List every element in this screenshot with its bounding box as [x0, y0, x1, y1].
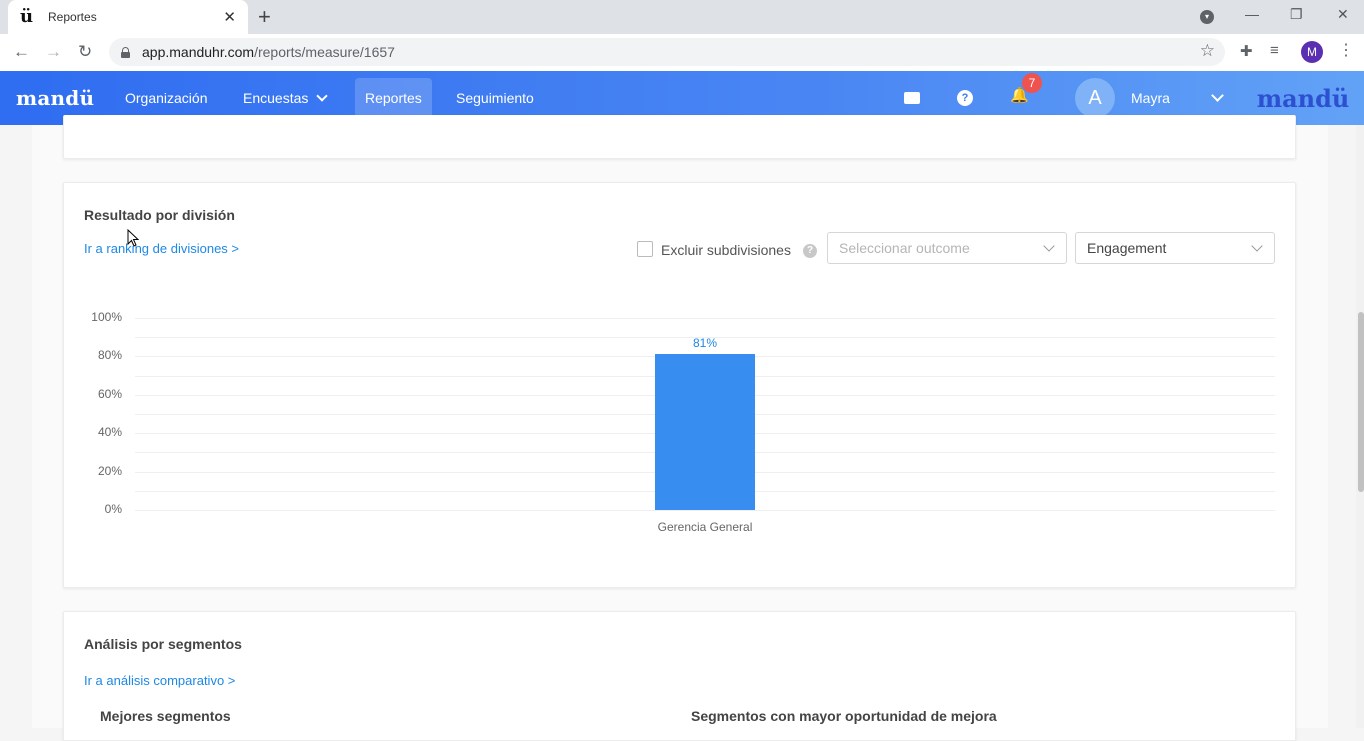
- close-tab-icon[interactable]: ✕: [223, 8, 236, 26]
- outcome-select[interactable]: Seleccionar outcome: [827, 232, 1067, 264]
- lock-icon[interactable]: [121, 46, 130, 58]
- metric-value: Engagement: [1087, 240, 1167, 256]
- briefcase-icon[interactable]: [904, 92, 920, 104]
- outcome-placeholder: Seleccionar outcome: [839, 240, 970, 256]
- segments-card: [63, 611, 1296, 741]
- y-tick-label: 40%: [97, 425, 122, 440]
- browser-tab[interactable]: ü Reportes ✕: [8, 0, 248, 34]
- minimize-icon[interactable]: —: [1245, 6, 1259, 22]
- chrome-menu-icon[interactable]: ⋮: [1338, 40, 1354, 60]
- bell-icon[interactable]: 🔔: [1010, 88, 1029, 104]
- previous-card: [63, 115, 1296, 159]
- y-tick-label: 100%: [91, 310, 122, 324]
- help-icon[interactable]: ?: [957, 90, 973, 106]
- question-icon[interactable]: ?: [803, 244, 817, 258]
- nav-seguimiento[interactable]: Seguimiento: [446, 78, 544, 118]
- user-name[interactable]: Mayra: [1131, 90, 1170, 106]
- gridline: [135, 318, 1275, 319]
- user-avatar[interactable]: A: [1075, 78, 1115, 118]
- division-card-title: Resultado por división: [84, 207, 235, 223]
- notification-badge: 7: [1022, 73, 1042, 93]
- chrome-profile-icon[interactable]: ▾: [1200, 10, 1214, 24]
- chevron-down-icon: [1043, 240, 1055, 252]
- nav-organizacion[interactable]: Organización: [115, 78, 218, 118]
- exclude-subdivisions-checkbox[interactable]: [637, 241, 653, 257]
- mandu-logo[interactable]: mandü: [16, 86, 94, 110]
- y-tick-label: 20%: [97, 463, 122, 478]
- reload-icon[interactable]: ↻: [78, 41, 92, 63]
- division-bar-chart: 100% 80% 60% 40% 20% 0% 81% Gerencia General: [80, 300, 1280, 540]
- division-ranking-link[interactable]: Ir a ranking de divisiones >: [84, 241, 239, 256]
- chrome-avatar[interactable]: M: [1301, 41, 1323, 63]
- comparative-analysis-link[interactable]: Ir a análisis comparativo >: [84, 673, 235, 688]
- segments-card-title: Análisis por segmentos: [84, 636, 242, 652]
- chevron-down-icon: [316, 90, 329, 102]
- extensions-icon[interactable]: ✚: [1240, 42, 1253, 60]
- chevron-down-icon: [1251, 240, 1263, 252]
- forward-icon[interactable]: →: [45, 41, 62, 63]
- chart-bar[interactable]: [655, 354, 755, 510]
- improvement-segments-heading: Segmentos con mayor oportunidad de mejor…: [691, 708, 997, 724]
- bar-data-label: 81%: [692, 336, 718, 351]
- exclude-subdivisions-label[interactable]: Excluir subdivisiones: [661, 242, 791, 258]
- nav-encuestas[interactable]: Encuestas: [233, 78, 336, 118]
- browser-tabstrip: ü Reportes ✕ + ▾ — ❐ ✕: [0, 0, 1364, 34]
- scrollbar-thumb[interactable]: [1358, 312, 1364, 492]
- restore-icon[interactable]: ❐: [1290, 6, 1303, 23]
- url-text: app.manduhr.com/reports/measure/1657: [142, 44, 395, 60]
- close-window-icon[interactable]: ✕: [1337, 6, 1349, 23]
- gridline: [135, 510, 1275, 511]
- media-control-icon[interactable]: ≡: [1270, 42, 1279, 59]
- tab-title: Reportes: [48, 10, 97, 24]
- best-segments-heading: Mejores segmentos: [100, 708, 231, 724]
- back-icon[interactable]: ←: [13, 41, 30, 63]
- y-tick-label: 60%: [97, 386, 122, 401]
- new-tab-icon[interactable]: +: [258, 4, 271, 30]
- nav-reportes[interactable]: Reportes: [355, 78, 432, 118]
- bookmark-star-icon[interactable]: ☆: [1200, 41, 1215, 61]
- browser-toolbar: ← → ↻ app.manduhr.com/reports/measure/16…: [0, 34, 1364, 71]
- y-tick-label: 80%: [97, 348, 122, 363]
- category-label: Gerencia General: [657, 520, 753, 534]
- mouse-cursor-icon: [127, 229, 139, 247]
- address-bar[interactable]: app.manduhr.com/reports/measure/1657 ☆: [109, 38, 1225, 66]
- metric-select[interactable]: Engagement: [1075, 232, 1275, 264]
- mandu-favicon-icon: ü: [20, 6, 34, 27]
- y-tick-label: 0%: [104, 502, 122, 516]
